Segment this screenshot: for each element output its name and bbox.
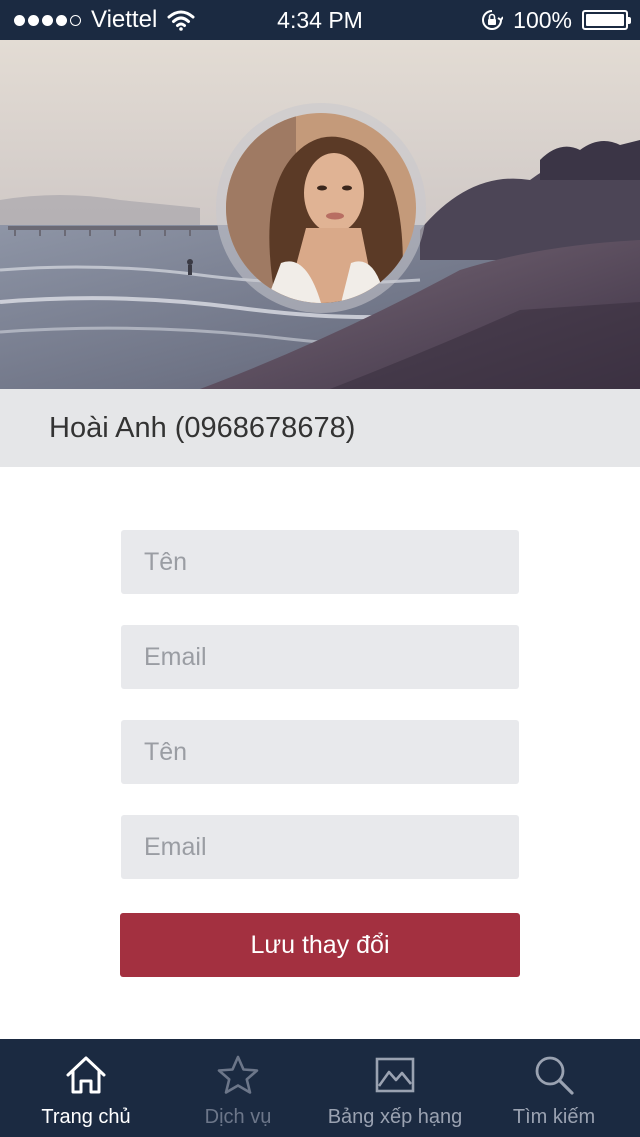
tab-services[interactable]: Dịch vụ [172,1039,304,1137]
search-icon [535,1056,574,1095]
profile-photo [226,113,416,303]
save-changes-button[interactable]: Lưu thay đổi [120,913,520,977]
profile-name-bar: Hoài Anh (0968678678) [0,389,640,467]
tab-home-label: Trang chủ [41,1106,131,1128]
rotation-lock-icon [482,10,504,30]
battery-fill [586,14,624,26]
bottom-tab-bar: Trang chủ Dịch vụ Bảng xếp hạng Tìm kiếm [0,1039,640,1137]
avatar[interactable] [226,113,416,303]
tab-home[interactable]: Trang chủ [0,1039,172,1137]
name-field[interactable] [121,530,519,594]
tab-search-label: Tìm kiếm [512,1106,596,1128]
status-bar: Viettel 4:34 PM 100% [0,0,640,40]
image-chart-icon [375,1057,415,1093]
cover-photo [0,40,640,389]
profile-name: Hoài Anh (0968678678) [49,412,356,444]
tab-services-label: Dịch vụ [204,1106,272,1128]
tab-search[interactable]: Tìm kiếm [486,1039,622,1137]
tab-rankings[interactable]: Bảng xếp hạng [304,1039,486,1137]
tab-rankings-label: Bảng xếp hạng [327,1106,463,1128]
email-field[interactable] [121,625,519,689]
name-field-2[interactable] [121,720,519,784]
email-field-2[interactable] [121,815,519,879]
status-right: 100% [481,0,631,40]
battery-icon [582,10,631,30]
star-icon [217,1055,259,1094]
battery-percentage: 100% [513,6,572,33]
home-icon [66,1056,106,1094]
